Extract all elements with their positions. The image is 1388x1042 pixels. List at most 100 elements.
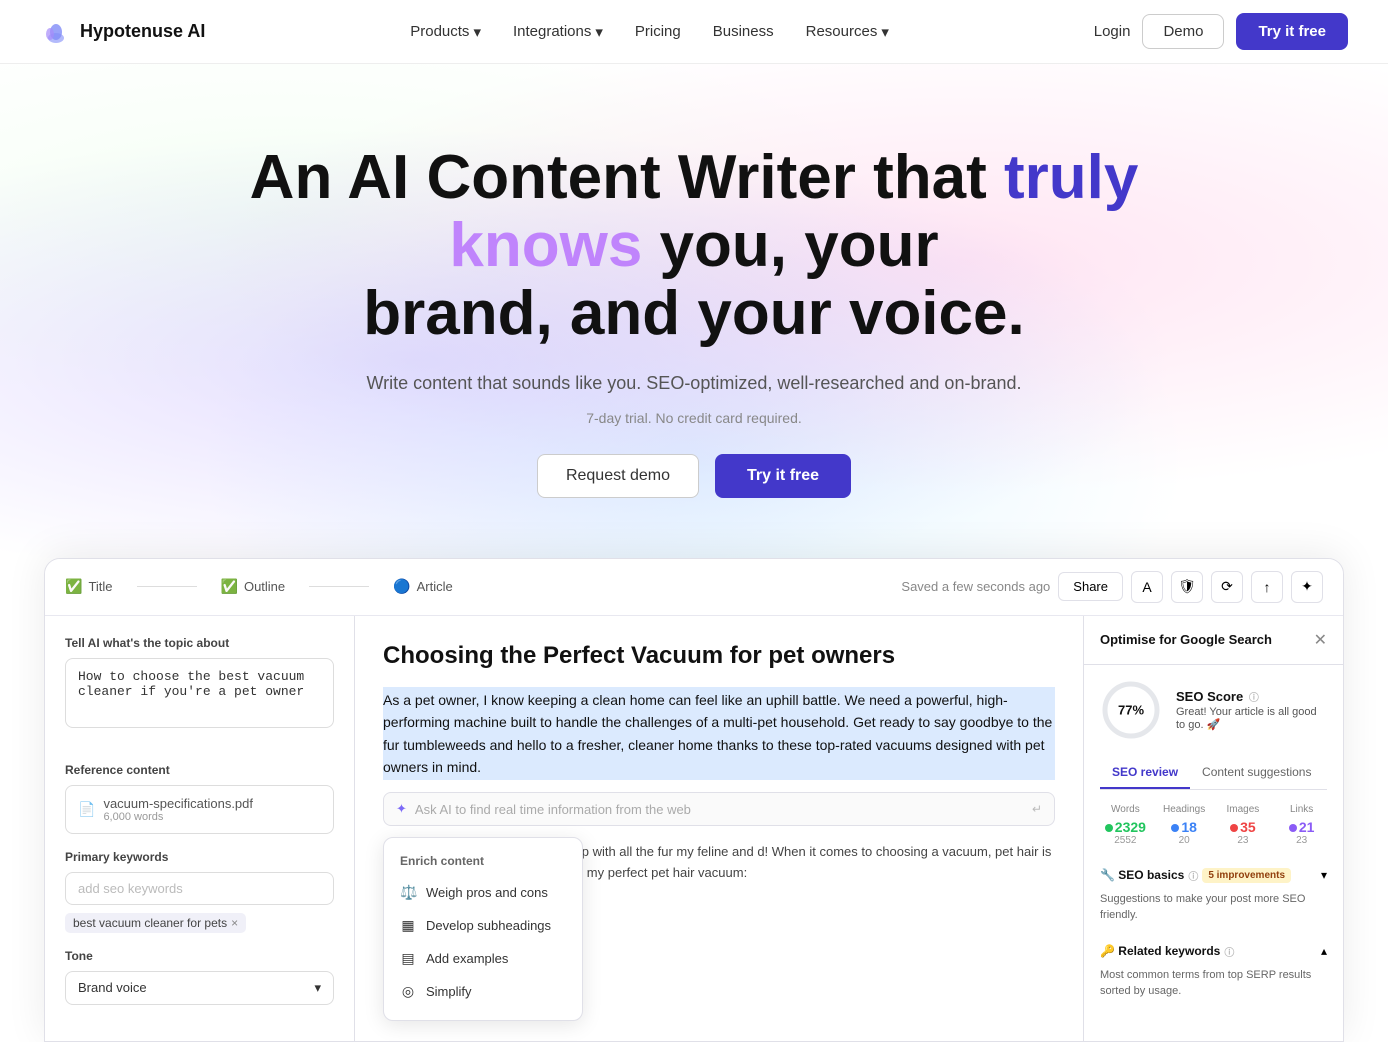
step-outline-check-icon: ✅ — [221, 578, 238, 595]
sparkle-icon-button[interactable]: ✦ — [1291, 571, 1323, 603]
enrich-add-examples[interactable]: ▤ Add examples — [384, 942, 582, 975]
chevron-down-icon: ▾ — [473, 23, 481, 41]
demo-button[interactable]: Demo — [1142, 14, 1224, 49]
file-size: 6,000 words — [103, 811, 253, 823]
share-button[interactable]: Share — [1058, 572, 1123, 601]
step-line-2 — [309, 586, 369, 587]
chevron-down-icon: ▾ — [314, 980, 321, 996]
dot-green — [1105, 824, 1113, 832]
seo-score-value: 77% — [1118, 702, 1144, 717]
hero-subtitle: Write content that sounds like you. SEO-… — [40, 373, 1348, 394]
upload-icon-button[interactable]: ↑ — [1251, 571, 1283, 603]
login-button[interactable]: Login — [1094, 23, 1131, 40]
nav-products[interactable]: Products ▾ — [410, 23, 481, 41]
left-panel: Tell AI what's the topic about How to ch… — [45, 616, 355, 1041]
right-panel-title: Optimise for Google Search — [1100, 632, 1272, 647]
content-suggestions-tab[interactable]: Content suggestions — [1190, 757, 1323, 789]
refresh-icon-button[interactable]: ⟳ — [1211, 571, 1243, 603]
keyword-input[interactable]: add seo keywords — [65, 872, 334, 905]
dot-purple — [1289, 824, 1297, 832]
app-demo-wrapper: ✅ Title ✅ Outline 🔵 Article Saved a few … — [0, 558, 1388, 1042]
stats-grid: Words 2329 2552 Headings 18 20 — [1100, 804, 1327, 846]
app-demo: ✅ Title ✅ Outline 🔵 Article Saved a few … — [44, 558, 1344, 1042]
topic-input[interactable]: How to choose the best vacuum cleaner if… — [65, 658, 334, 728]
hero-section: An AI Content Writer that truly knows yo… — [0, 64, 1388, 558]
improvements-badge: 5 improvements — [1202, 868, 1291, 883]
seo-score-label: SEO Score ⓘ — [1176, 689, 1327, 704]
hero-content: An AI Content Writer that truly knows yo… — [40, 144, 1348, 498]
logo[interactable]: Hypotenuse AI — [40, 16, 205, 48]
keyword-tag: best vacuum cleaner for pets × — [65, 913, 246, 933]
topic-section: Tell AI what's the topic about How to ch… — [65, 636, 334, 747]
right-panel-header: Optimise for Google Search ✕ — [1084, 616, 1343, 665]
enter-icon: ↵ — [1032, 802, 1042, 816]
seo-score-circle: 77% — [1100, 679, 1162, 741]
enrich-develop-subheadings[interactable]: ▦ Develop subheadings — [384, 909, 582, 942]
ai-ask-icon: ✦ — [396, 801, 407, 817]
info-icon: ⓘ — [1188, 868, 1198, 883]
stat-images: Images 35 23 — [1218, 804, 1269, 846]
enrich-simplify[interactable]: ◎ Simplify — [384, 975, 582, 1008]
translate-icon-button[interactable]: A — [1131, 571, 1163, 603]
nav-resources[interactable]: Resources ▾ — [806, 23, 889, 41]
topic-label: Tell AI what's the topic about — [65, 636, 334, 650]
close-panel-button[interactable]: ✕ — [1314, 630, 1327, 650]
simplify-icon: ◎ — [400, 983, 416, 1000]
step-outline: ✅ Outline — [221, 578, 286, 595]
step-title: ✅ Title — [65, 578, 113, 595]
collapse-icon: ▾ — [1321, 868, 1327, 882]
enrich-menu: Enrich content ⚖️ Weigh pros and cons ▦ … — [383, 837, 583, 1021]
nav-integrations[interactable]: Integrations ▾ — [513, 23, 603, 41]
tone-select[interactable]: Brand voice ▾ — [65, 971, 334, 1005]
right-panel: Optimise for Google Search ✕ 77% — [1083, 616, 1343, 1041]
dot-red — [1230, 824, 1238, 832]
related-keywords-section: 🔑 Related keywords ⓘ ▴ Most common terms… — [1100, 936, 1327, 1000]
seo-review-tab[interactable]: SEO review — [1100, 757, 1190, 789]
reference-file: 📄 vacuum-specifications.pdf 6,000 words — [65, 785, 334, 834]
shield-icon-button[interactable]: 🛡 — [1171, 571, 1203, 603]
enrich-title: Enrich content — [384, 850, 582, 876]
app-topbar: ✅ Title ✅ Outline 🔵 Article Saved a few … — [45, 559, 1343, 616]
nav-pricing[interactable]: Pricing — [635, 23, 681, 40]
enrich-weigh-pros[interactable]: ⚖️ Weigh pros and cons — [384, 876, 582, 909]
try-free-hero-button[interactable]: Try it free — [715, 454, 851, 498]
stat-headings: Headings 18 20 — [1159, 804, 1210, 846]
weigh-icon: ⚖️ — [400, 884, 416, 901]
try-free-button[interactable]: Try it free — [1236, 13, 1348, 50]
keywords-section: Primary keywords add seo keywords best v… — [65, 850, 334, 933]
info-icon: ⓘ — [1224, 944, 1234, 959]
seo-score-info: Great! Your article is all good to go. 🚀 — [1176, 706, 1327, 731]
app-actions: Saved a few seconds ago Share A 🛡 ⟳ ↑ ✦ — [901, 571, 1323, 603]
remove-keyword-button[interactable]: × — [231, 916, 238, 930]
related-keywords-desc: Most common terms from top SERP results … — [1100, 967, 1327, 1000]
nav-business[interactable]: Business — [713, 23, 774, 40]
examples-icon: ▤ — [400, 950, 416, 967]
dot-blue — [1171, 824, 1179, 832]
info-icon: ⓘ — [1249, 693, 1259, 704]
request-demo-button[interactable]: Request demo — [537, 454, 699, 498]
ai-ask-placeholder: Ask AI to find real time information fro… — [415, 802, 691, 817]
step-article-check-icon: 🔵 — [393, 578, 410, 595]
step-title-check-icon: ✅ — [65, 578, 82, 595]
article-highlight: As a pet owner, I know keeping a clean h… — [383, 687, 1055, 781]
app-body: Tell AI what's the topic about How to ch… — [45, 616, 1343, 1041]
tone-label: Tone — [65, 949, 334, 963]
seo-basics-section: 🔧 SEO basics ⓘ 5 improvements ▾ Suggesti… — [1100, 860, 1327, 924]
seo-basics-header[interactable]: 🔧 SEO basics ⓘ 5 improvements ▾ — [1100, 860, 1327, 891]
hero-trial: 7-day trial. No credit card required. — [40, 410, 1348, 426]
step-line-1 — [137, 586, 197, 587]
seo-basics-desc: Suggestions to make your post more SEO f… — [1100, 891, 1327, 924]
app-steps: ✅ Title ✅ Outline 🔵 Article — [65, 578, 453, 595]
ai-ask-bar[interactable]: ✦ Ask AI to find real time information f… — [383, 792, 1055, 826]
seo-tabs: SEO review Content suggestions — [1100, 757, 1327, 790]
seo-score-row: 77% SEO Score ⓘ Great! Your article is a… — [1100, 679, 1327, 741]
saved-text: Saved a few seconds ago — [901, 579, 1050, 594]
article-title: Choosing the Perfect Vacuum for pet owne… — [383, 640, 1055, 671]
related-keywords-header[interactable]: 🔑 Related keywords ⓘ ▴ — [1100, 936, 1327, 967]
file-icon: 📄 — [78, 801, 95, 818]
nav-actions: Login Demo Try it free — [1094, 13, 1348, 50]
file-name: vacuum-specifications.pdf — [103, 796, 253, 811]
reference-label: Reference content — [65, 763, 334, 777]
hero-title: An AI Content Writer that truly knows yo… — [244, 144, 1144, 349]
reference-section: Reference content 📄 vacuum-specification… — [65, 763, 334, 834]
